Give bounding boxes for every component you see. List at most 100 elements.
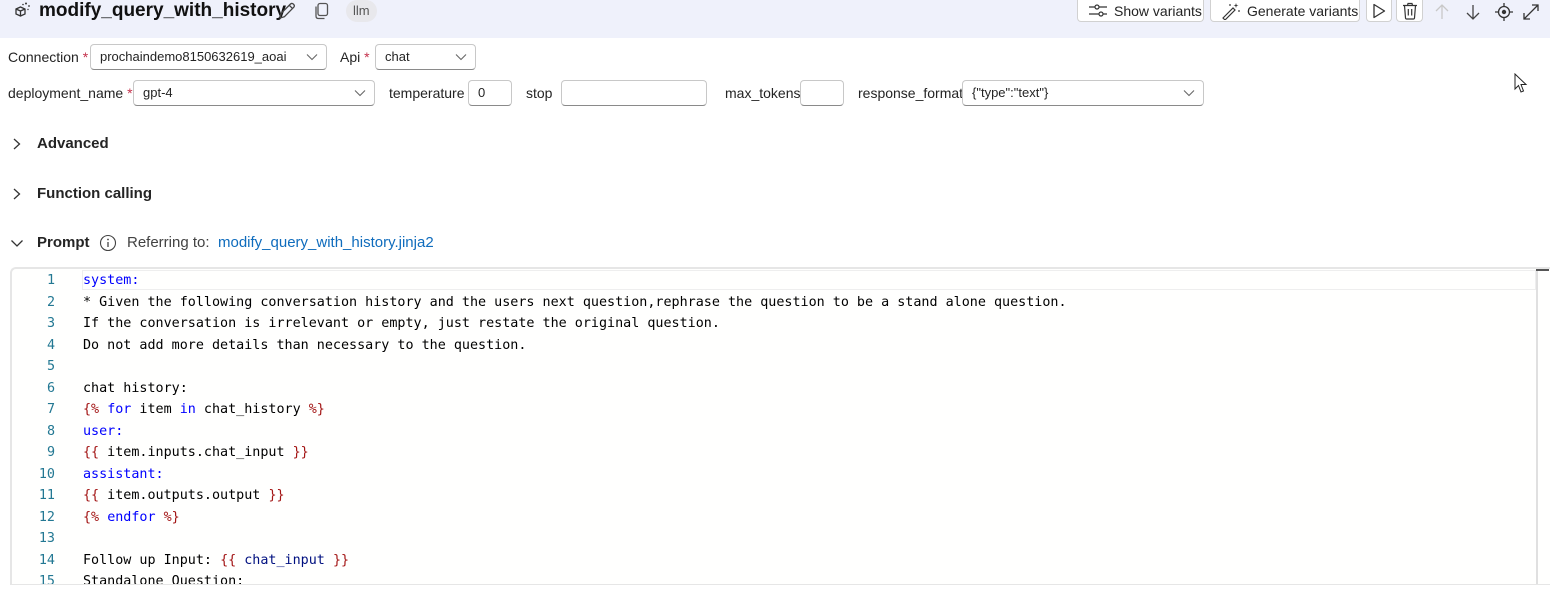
code-line[interactable]: 14 Follow up Input: {{ chat_input }} <box>12 550 1532 571</box>
arrow-up-icon[interactable] <box>1432 2 1452 22</box>
prompt-section-toggle[interactable]: Prompt <box>10 234 90 252</box>
line-number: 4 <box>46 337 55 353</box>
connection-value: prochaindemo8150632619_aoai <box>100 49 287 64</box>
arrow-down-icon[interactable] <box>1463 2 1483 22</box>
function-calling-section-toggle[interactable]: Function calling <box>10 185 152 203</box>
line-number: 14 <box>38 552 55 568</box>
line-number: 9 <box>46 445 55 460</box>
code-text: {{ item.inputs.chat_input }} <box>83 442 309 463</box>
code-token: chat_input <box>236 552 333 568</box>
code-token: {% <box>83 402 100 417</box>
code-token: item.outputs.output <box>99 488 269 503</box>
code-token: assistant: <box>83 466 164 482</box>
line-number: 13 <box>38 531 55 546</box>
code-text: assistant: <box>83 464 164 485</box>
referring-to-label: Referring to: <box>127 234 210 251</box>
code-line[interactable]: 1 system: <box>12 270 1532 291</box>
generate-variants-button[interactable]: Generate variants <box>1210 0 1360 22</box>
api-select[interactable]: chat <box>375 44 476 70</box>
code-text: system: <box>83 270 139 291</box>
response-format-value: {"type":"text"} <box>972 85 1049 100</box>
stop-input[interactable] <box>561 80 707 106</box>
required-marker: * <box>364 49 370 65</box>
code-line[interactable]: 10 assistant: <box>12 464 1532 485</box>
code-token: {{ <box>83 488 100 503</box>
response-format-select[interactable]: {"type":"text"} <box>962 80 1204 106</box>
code-token: in <box>179 402 196 417</box>
code-text: Follow up Input: {{ chat_input }} <box>83 550 349 571</box>
max-tokens-label: max_tokens <box>725 85 801 101</box>
code-token: Standalone Question: <box>83 574 245 585</box>
code-token: %} <box>308 402 325 417</box>
max-tokens-input[interactable] <box>800 80 844 106</box>
prompt-section-title: Prompt <box>37 234 90 251</box>
info-icon[interactable] <box>99 234 117 252</box>
code-token: chat history: <box>83 380 188 396</box>
code-line[interactable]: 9 {{ item.inputs.chat_input }} <box>12 442 1532 463</box>
llm-node-icon <box>15 2 30 17</box>
required-marker: * <box>127 85 133 101</box>
code-text: {{ item.outputs.output }} <box>83 485 285 506</box>
play-icon <box>1373 3 1386 18</box>
temperature-input[interactable]: 0 <box>468 80 512 106</box>
code-line[interactable]: 2 * Given the following conversation hist… <box>12 292 1532 313</box>
chevron-right-icon <box>13 188 21 200</box>
node-title: modify_query_with_history <box>39 0 287 21</box>
code-token: item <box>131 402 180 417</box>
code-token: for <box>107 402 132 417</box>
temperature-label: temperature <box>389 85 465 101</box>
deployment-name-value: gpt-4 <box>143 85 173 100</box>
code-token: }} <box>268 488 285 503</box>
code-text: * Given the following conversation histo… <box>83 292 1067 313</box>
node-type-tag: llm <box>346 0 377 22</box>
code-token: }} <box>292 445 309 460</box>
chevron-down-icon <box>455 54 467 61</box>
connection-label: Connection * <box>8 48 88 66</box>
line-number: 1 <box>46 273 55 288</box>
code-token: {% <box>83 509 100 525</box>
copy-icon[interactable] <box>314 2 330 20</box>
required-marker: * <box>82 49 89 65</box>
code-text: chat history: <box>83 378 188 399</box>
code-line[interactable]: 12 {% endfor %} <box>12 507 1532 528</box>
generate-variants-label: Generate variants <box>1247 2 1359 19</box>
code-line[interactable]: 6 chat history: <box>12 378 1532 399</box>
expand-icon[interactable] <box>1521 2 1541 22</box>
deployment-name-select[interactable]: gpt-4 <box>133 80 375 106</box>
code-line[interactable]: 5 <box>12 356 1532 377</box>
target-icon[interactable] <box>1494 2 1514 22</box>
connection-select[interactable]: prochaindemo8150632619_aoai <box>90 44 327 70</box>
editor-scrollbar[interactable] <box>1536 269 1538 584</box>
scrollbar-thumb[interactable] <box>1536 269 1549 271</box>
code-token: Follow up Input: <box>83 552 221 568</box>
code-token: %} <box>163 509 180 525</box>
chevron-right-icon <box>13 138 21 150</box>
code-line[interactable]: 11 {{ item.outputs.output }} <box>12 485 1532 506</box>
code-token: * Given the following conversation histo… <box>83 294 1067 310</box>
prompt-file-link[interactable]: modify_query_with_history.jinja2 <box>218 234 434 252</box>
code-token: Do not add more details than necessary t… <box>83 337 527 353</box>
code-line[interactable]: 15 Standalone Question: <box>12 571 1532 585</box>
pencil-icon[interactable] <box>277 1 297 21</box>
connection-label-text: Connection <box>8 49 79 65</box>
code-line[interactable]: 7 {% for item in chat_history %} <box>12 399 1532 420</box>
run-button[interactable] <box>1366 0 1392 22</box>
code-line[interactable]: 13 <box>12 528 1532 549</box>
advanced-section-title: Advanced <box>37 135 109 152</box>
line-number: 10 <box>38 466 55 482</box>
deployment-name-label-text: deployment_name <box>8 85 124 101</box>
advanced-section-toggle[interactable]: Advanced <box>10 135 109 153</box>
prompt-code-editor[interactable]: 1 system: 2 * Given the following conversat… <box>10 267 1550 585</box>
show-variants-label: Show variants <box>1114 2 1202 19</box>
code-line[interactable]: 8 user: <box>12 421 1532 442</box>
code-line[interactable]: 4 Do not add more details than necessary … <box>12 335 1532 356</box>
show-variants-button[interactable]: Show variants <box>1077 0 1204 22</box>
sliders-icon <box>1089 3 1107 17</box>
chevron-down-icon <box>354 90 366 97</box>
delete-button[interactable] <box>1396 0 1423 22</box>
trash-icon <box>1402 2 1417 20</box>
code-text: Do not add more details than necessary t… <box>83 335 526 356</box>
code-line[interactable]: 3 If the conversation is irrelevant or em… <box>12 313 1532 334</box>
